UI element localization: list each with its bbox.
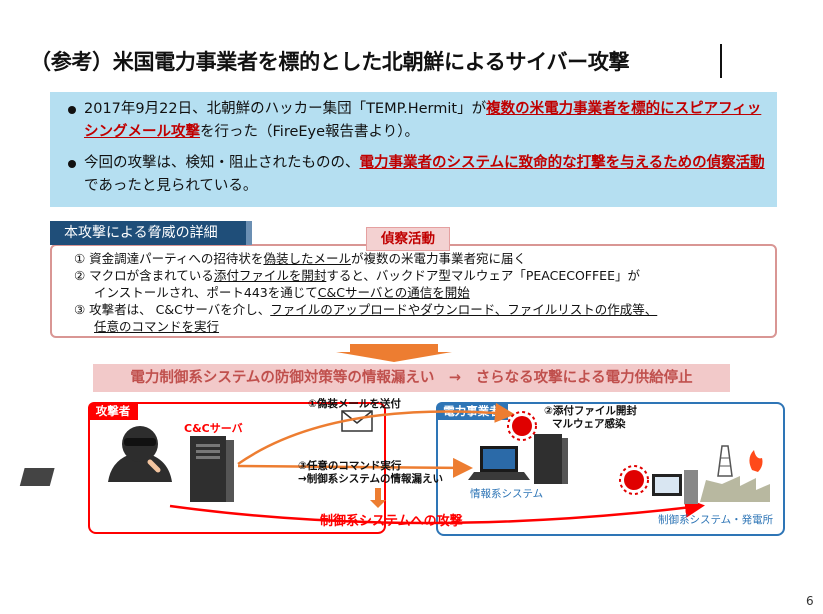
power-plant-icon — [700, 445, 770, 502]
step2a-label: ②添付ファイル開封 — [544, 405, 637, 417]
laptop-icon — [468, 446, 530, 480]
cc-server-label: C&Cサーバ — [184, 422, 243, 435]
malware-icon — [507, 411, 537, 441]
hacker-icon — [19, 426, 172, 486]
step1-label: ①偽装メールを送付 — [308, 398, 401, 410]
step3a-label: ③任意のコマンド実行 — [298, 460, 402, 472]
cc-server-icon — [190, 436, 234, 502]
page-number: 6 — [806, 594, 814, 608]
it-system-label: 情報系システム — [470, 488, 544, 500]
control-pc-icon — [652, 470, 698, 504]
step3b-label: →制御系システムの情報漏えい — [298, 473, 443, 485]
malware-icon — [619, 465, 649, 495]
control-system-label: 制御系システム・発電所 — [658, 514, 774, 526]
control-attack-label: 制御系システムへの攻撃 — [320, 514, 463, 529]
utility-server-icon — [534, 434, 568, 484]
step2b-label: マルウェア感染 — [552, 418, 626, 430]
